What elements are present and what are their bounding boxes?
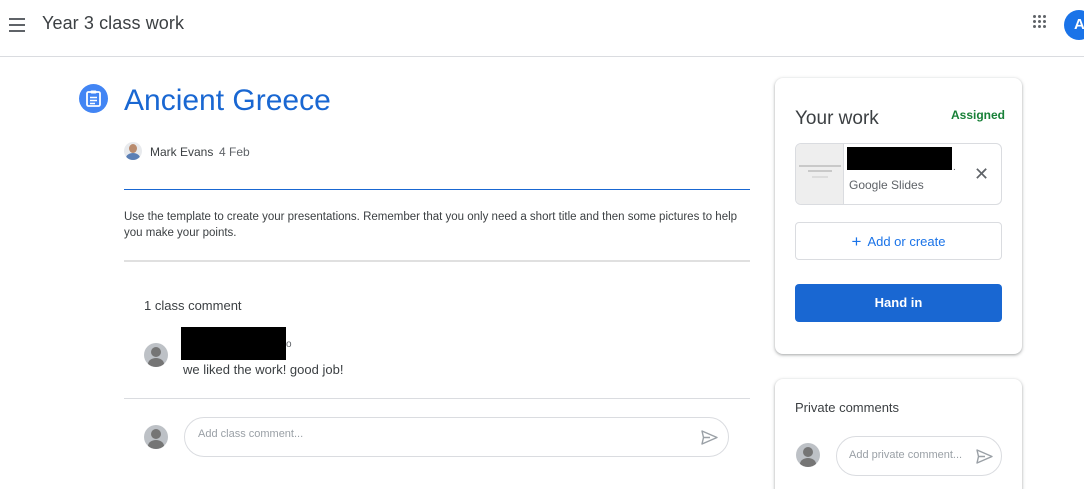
send-icon[interactable] (701, 430, 718, 445)
top-app-bar: Year 3 class work A (0, 0, 1084, 57)
class-comments-header[interactable]: 1 class comment (144, 298, 242, 313)
class-comment-input[interactable] (198, 428, 678, 440)
work-status-label: Assigned (951, 108, 1006, 122)
current-user-avatar (144, 425, 168, 449)
your-work-title: Your work (795, 108, 879, 129)
assignment-icon (79, 84, 108, 113)
private-comment-input[interactable] (849, 449, 964, 461)
attachment-type: Google Slides (849, 178, 924, 192)
comment-text: we liked the work! good job! (183, 362, 344, 377)
private-comment-box[interactable] (836, 436, 1002, 476)
attachment-name-trailing: . (953, 162, 956, 173)
assignment-description: Use the template to create your presenta… (124, 211, 738, 239)
add-or-create-label: Add or create (867, 234, 946, 249)
plus-icon: + (851, 232, 862, 251)
remove-attachment-icon[interactable]: ✕ (974, 164, 989, 185)
comment-divider (124, 398, 750, 399)
hand-in-button[interactable]: Hand in (795, 284, 1002, 322)
class-comment-box[interactable] (184, 417, 729, 457)
commenter-avatar (144, 343, 168, 367)
teacher-avatar (124, 142, 142, 160)
private-comments-card: Private comments (775, 379, 1022, 489)
current-user-avatar (796, 443, 820, 467)
attachment-card[interactable]: . Google Slides ✕ (795, 143, 1002, 205)
title-divider (124, 189, 750, 190)
menu-icon[interactable] (9, 18, 25, 32)
post-date: 4 Feb (219, 145, 250, 159)
assignment-title: Ancient Greece (124, 84, 331, 117)
section-divider (124, 260, 750, 262)
account-avatar[interactable]: A (1064, 10, 1084, 40)
slides-thumbnail (796, 144, 844, 204)
comment-author-trailing: o (286, 339, 292, 350)
redacted-commenter-name (181, 327, 286, 360)
add-or-create-button[interactable]: + Add or create (795, 222, 1002, 260)
teacher-name: Mark Evans (150, 145, 214, 159)
class-title[interactable]: Year 3 class work (42, 13, 184, 34)
your-work-card: Your work Assigned . Google Slides ✕ + Ad… (775, 78, 1022, 354)
apps-grid-icon[interactable] (1033, 15, 1047, 29)
send-icon[interactable] (976, 449, 993, 464)
private-comments-title: Private comments (795, 400, 900, 415)
redacted-attachment-name (847, 147, 952, 170)
